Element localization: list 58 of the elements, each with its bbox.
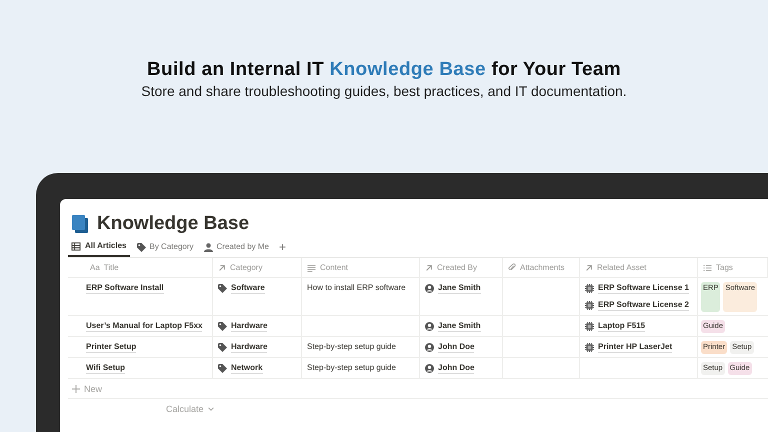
table-icon (71, 242, 81, 250)
tag-icon (218, 284, 227, 293)
asset-link[interactable]: Laptop F515 (598, 321, 646, 332)
tag-icon (218, 364, 227, 373)
arrow-icon (425, 264, 433, 272)
content-text: How to install ERP software (307, 283, 407, 293)
list-icon (703, 264, 712, 272)
subtitle: Store and share troubleshooting guides, best practices, and IT documentation. (140, 83, 628, 100)
page-title: Knowledge Base (97, 213, 250, 235)
asset-link[interactable]: ERP Software License 1 (598, 283, 689, 294)
plus-icon (72, 385, 80, 393)
text-lines-icon (307, 264, 316, 272)
article-title[interactable]: Printer Setup (86, 342, 136, 353)
chip-icon (585, 301, 594, 310)
asset-link[interactable]: ERP Software License 2 (598, 300, 689, 311)
chevron-icon (208, 406, 214, 412)
arrow-icon (585, 264, 593, 272)
category-link[interactable]: Network (231, 363, 263, 374)
view-tab[interactable]: All Articles (68, 239, 130, 257)
column-header: Category (230, 262, 262, 272)
column-header: Tags (716, 262, 733, 272)
user-icon (425, 284, 434, 293)
paperclip-icon (508, 263, 516, 272)
person-link[interactable]: Jane Smith (438, 283, 481, 294)
chip-icon (585, 322, 594, 331)
column-header: Title (104, 262, 119, 272)
column-header: Related Asset (597, 262, 646, 272)
add-view-button[interactable]: + (276, 240, 290, 256)
user-icon (425, 343, 434, 352)
category-link[interactable]: Hardware (231, 321, 268, 332)
column-header: Attachments (520, 262, 564, 272)
person-link[interactable]: John Doe (438, 363, 474, 374)
person-link[interactable]: Jane Smith (438, 321, 481, 332)
arrow-icon (218, 264, 226, 272)
content-text: Step-by-step setup guide (307, 363, 397, 373)
user-icon (425, 364, 434, 373)
tag-icon (218, 343, 227, 352)
article-title[interactable]: ERP Software Install (86, 283, 164, 294)
person-icon (204, 242, 213, 252)
column-header: Created By (437, 262, 478, 272)
article-title[interactable]: User’s Manual for Laptop F5xx (86, 321, 202, 332)
article-title[interactable]: Wifi Setup (86, 363, 126, 374)
category-link[interactable]: Hardware (231, 342, 268, 353)
chip-icon (585, 284, 594, 293)
person-link[interactable]: John Doe (438, 342, 474, 353)
view-tab[interactable]: By Category (134, 240, 197, 256)
view-tab[interactable]: Created by Me (200, 240, 272, 256)
text-type-label: Aa (90, 262, 100, 272)
user-icon (425, 322, 434, 331)
category-link[interactable]: Software (231, 283, 265, 294)
chip-icon (585, 343, 594, 352)
asset-link[interactable]: Printer HP LaserJet (598, 342, 672, 353)
tag-icon (218, 322, 227, 331)
book-icon (72, 215, 89, 233)
content-text: Step-by-step setup guide (307, 342, 397, 352)
tag-icon (136, 242, 146, 252)
column-header: Content (320, 262, 348, 272)
headline: Build an Internal IT Knowledge Base for Your Team (146, 58, 622, 81)
